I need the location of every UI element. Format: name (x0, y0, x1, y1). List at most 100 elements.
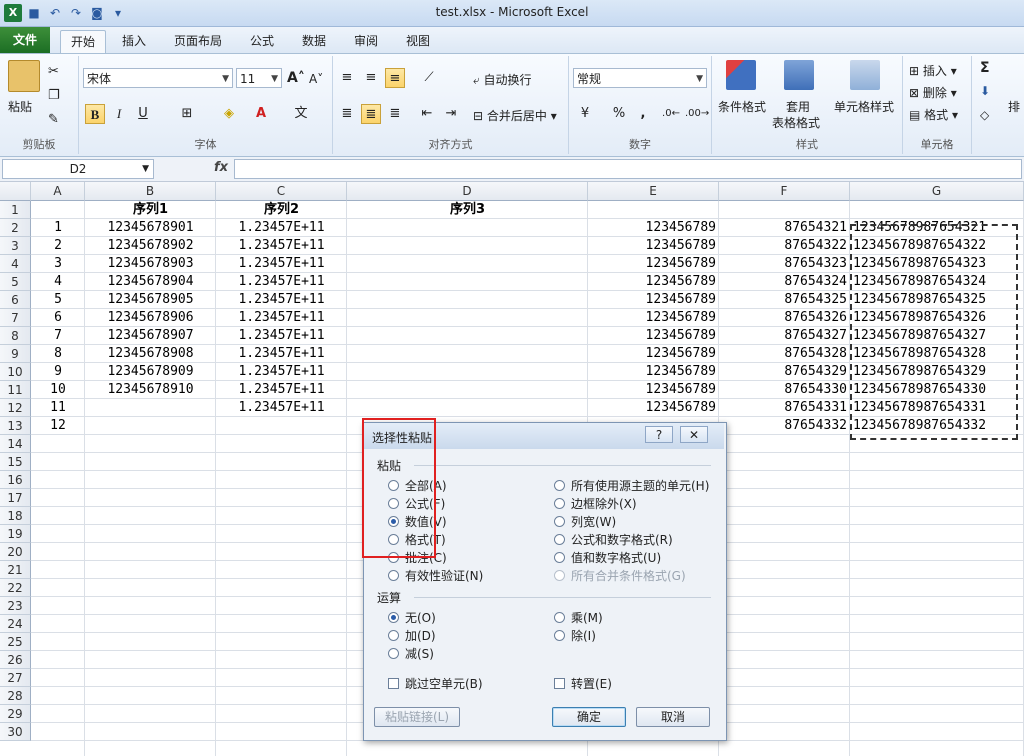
format-table-line2[interactable]: 表格格式 (772, 114, 820, 131)
cell-e3[interactable]: 123456789 (588, 237, 719, 255)
paste-option-right-2[interactable]: 列宽(W) (554, 513, 616, 530)
column-header-f[interactable]: F (719, 182, 850, 201)
cell-c8[interactable]: 1.23457E+11 (216, 327, 347, 345)
cell-a9[interactable]: 8 (31, 345, 85, 363)
paste-option-left-4[interactable]: 批注(C) (388, 549, 447, 566)
cell-b10[interactable]: 12345678909 (85, 363, 216, 381)
cell-a4[interactable]: 3 (31, 255, 85, 273)
cell-f11[interactable]: 87654330 (719, 381, 850, 399)
cell-g4[interactable]: 12345678987654323 (850, 255, 1024, 273)
cell-e4[interactable]: 123456789 (588, 255, 719, 273)
row-header-4[interactable]: 4 (0, 255, 31, 273)
cell-g12[interactable]: 12345678987654331 (850, 399, 1024, 417)
cell-b5[interactable]: 12345678904 (85, 273, 216, 291)
format-table-icon[interactable] (784, 60, 814, 90)
column-header-e[interactable]: E (588, 182, 719, 201)
tab-view[interactable]: 视图 (396, 30, 440, 52)
cell-g6[interactable]: 12345678987654325 (850, 291, 1024, 309)
cell-c7[interactable]: 1.23457E+11 (216, 309, 347, 327)
row-header-30[interactable]: 30 (0, 723, 31, 741)
cell-c5[interactable]: 1.23457E+11 (216, 273, 347, 291)
cell-a3[interactable]: 2 (31, 237, 85, 255)
cell-g13[interactable]: 12345678987654332 (850, 417, 1024, 435)
borders-icon[interactable]: ⊞ (177, 104, 197, 124)
cell-b6[interactable]: 12345678905 (85, 291, 216, 309)
cell-f2[interactable]: 87654321 (719, 219, 850, 237)
tab-formulas[interactable]: 公式 (240, 30, 284, 52)
clear-icon[interactable]: ◇ (980, 108, 989, 122)
cut-icon[interactable]: ✂ (48, 64, 59, 79)
row-header-9[interactable]: 9 (0, 345, 31, 363)
cell-f9[interactable]: 87654328 (719, 345, 850, 363)
row-header-18[interactable]: 18 (0, 507, 31, 525)
cell-c9[interactable]: 1.23457E+11 (216, 345, 347, 363)
row-header-27[interactable]: 27 (0, 669, 31, 687)
operation-option-left-2[interactable]: 减(S) (388, 645, 434, 662)
row-header-1[interactable]: 1 (0, 201, 31, 219)
cell-e6[interactable]: 123456789 (588, 291, 719, 309)
conditional-format-button[interactable]: 条件格式 (718, 98, 766, 115)
cell-e7[interactable]: 123456789 (588, 309, 719, 327)
cell-f12[interactable]: 87654331 (719, 399, 850, 417)
cell-a7[interactable]: 6 (31, 309, 85, 327)
comma-button[interactable]: , (633, 104, 653, 124)
currency-icon[interactable]: ¥ (575, 104, 595, 124)
cell-c3[interactable]: 1.23457E+11 (216, 237, 347, 255)
cell-c1[interactable]: 序列2 (216, 201, 347, 219)
cell-g3[interactable]: 12345678987654322 (850, 237, 1024, 255)
formula-input[interactable] (234, 159, 1022, 179)
row-header-11[interactable]: 11 (0, 381, 31, 399)
cell-e11[interactable]: 123456789 (588, 381, 719, 399)
tab-data[interactable]: 数据 (292, 30, 336, 52)
percent-button[interactable]: % (609, 104, 629, 124)
shrink-font-icon[interactable]: A˅ (309, 72, 323, 86)
row-header-26[interactable]: 26 (0, 651, 31, 669)
row-header-20[interactable]: 20 (0, 543, 31, 561)
row-header-28[interactable]: 28 (0, 687, 31, 705)
format-painter-icon[interactable]: ✎ (48, 112, 59, 127)
insert-function-button[interactable]: fx (214, 160, 228, 175)
cell-c10[interactable]: 1.23457E+11 (216, 363, 347, 381)
row-header-19[interactable]: 19 (0, 525, 31, 543)
cell-c11[interactable]: 1.23457E+11 (216, 381, 347, 399)
paste-option-right-4[interactable]: 值和数字格式(U) (554, 549, 661, 566)
fill-icon[interactable]: ⬇ (980, 84, 990, 98)
paste-option-right-1[interactable]: 边框除外(X) (554, 495, 637, 512)
operation-option-left-0[interactable]: 无(O) (388, 609, 436, 626)
fill-color-icon[interactable]: ◈ (219, 104, 239, 124)
row-header-7[interactable]: 7 (0, 309, 31, 327)
cell-b4[interactable]: 12345678903 (85, 255, 216, 273)
cell-styles-icon[interactable] (850, 60, 880, 90)
row-header-14[interactable]: 14 (0, 435, 31, 453)
orientation-icon[interactable]: ⟋ (419, 68, 439, 88)
cell-a5[interactable]: 4 (31, 273, 85, 291)
column-header-g[interactable]: G (850, 182, 1024, 201)
tab-insert[interactable]: 插入 (112, 30, 156, 52)
cell-b1[interactable]: 序列1 (85, 201, 216, 219)
align-middle-icon[interactable]: ≡ (361, 68, 381, 88)
paste-icon[interactable] (8, 60, 40, 92)
row-header-17[interactable]: 17 (0, 489, 31, 507)
row-header-5[interactable]: 5 (0, 273, 31, 291)
cell-e5[interactable]: 123456789 (588, 273, 719, 291)
cell-a10[interactable]: 9 (31, 363, 85, 381)
column-header-d[interactable]: D (347, 182, 588, 201)
cell-b9[interactable]: 12345678908 (85, 345, 216, 363)
autosum-button[interactable]: Σ (980, 60, 990, 76)
cell-f13[interactable]: 87654332 (719, 417, 850, 435)
align-right-icon[interactable]: ≣ (385, 104, 405, 124)
align-center-icon[interactable]: ≣ (361, 104, 381, 124)
font-color-icon[interactable]: A (251, 104, 271, 124)
row-header-29[interactable]: 29 (0, 705, 31, 723)
column-header-b[interactable]: B (85, 182, 216, 201)
row-header-12[interactable]: 12 (0, 399, 31, 417)
paste-button[interactable]: 粘贴 (8, 98, 32, 115)
cell-e10[interactable]: 123456789 (588, 363, 719, 381)
cell-c2[interactable]: 1.23457E+11 (216, 219, 347, 237)
align-left-icon[interactable]: ≣ (337, 104, 357, 124)
operation-option-right-0[interactable]: 乘(M) (554, 609, 603, 626)
name-box[interactable]: D2 ▼ (2, 159, 154, 179)
cell-c12[interactable]: 1.23457E+11 (216, 399, 347, 417)
cell-g9[interactable]: 12345678987654328 (850, 345, 1024, 363)
paste-option-left-2[interactable]: 数值(V) (388, 513, 447, 530)
